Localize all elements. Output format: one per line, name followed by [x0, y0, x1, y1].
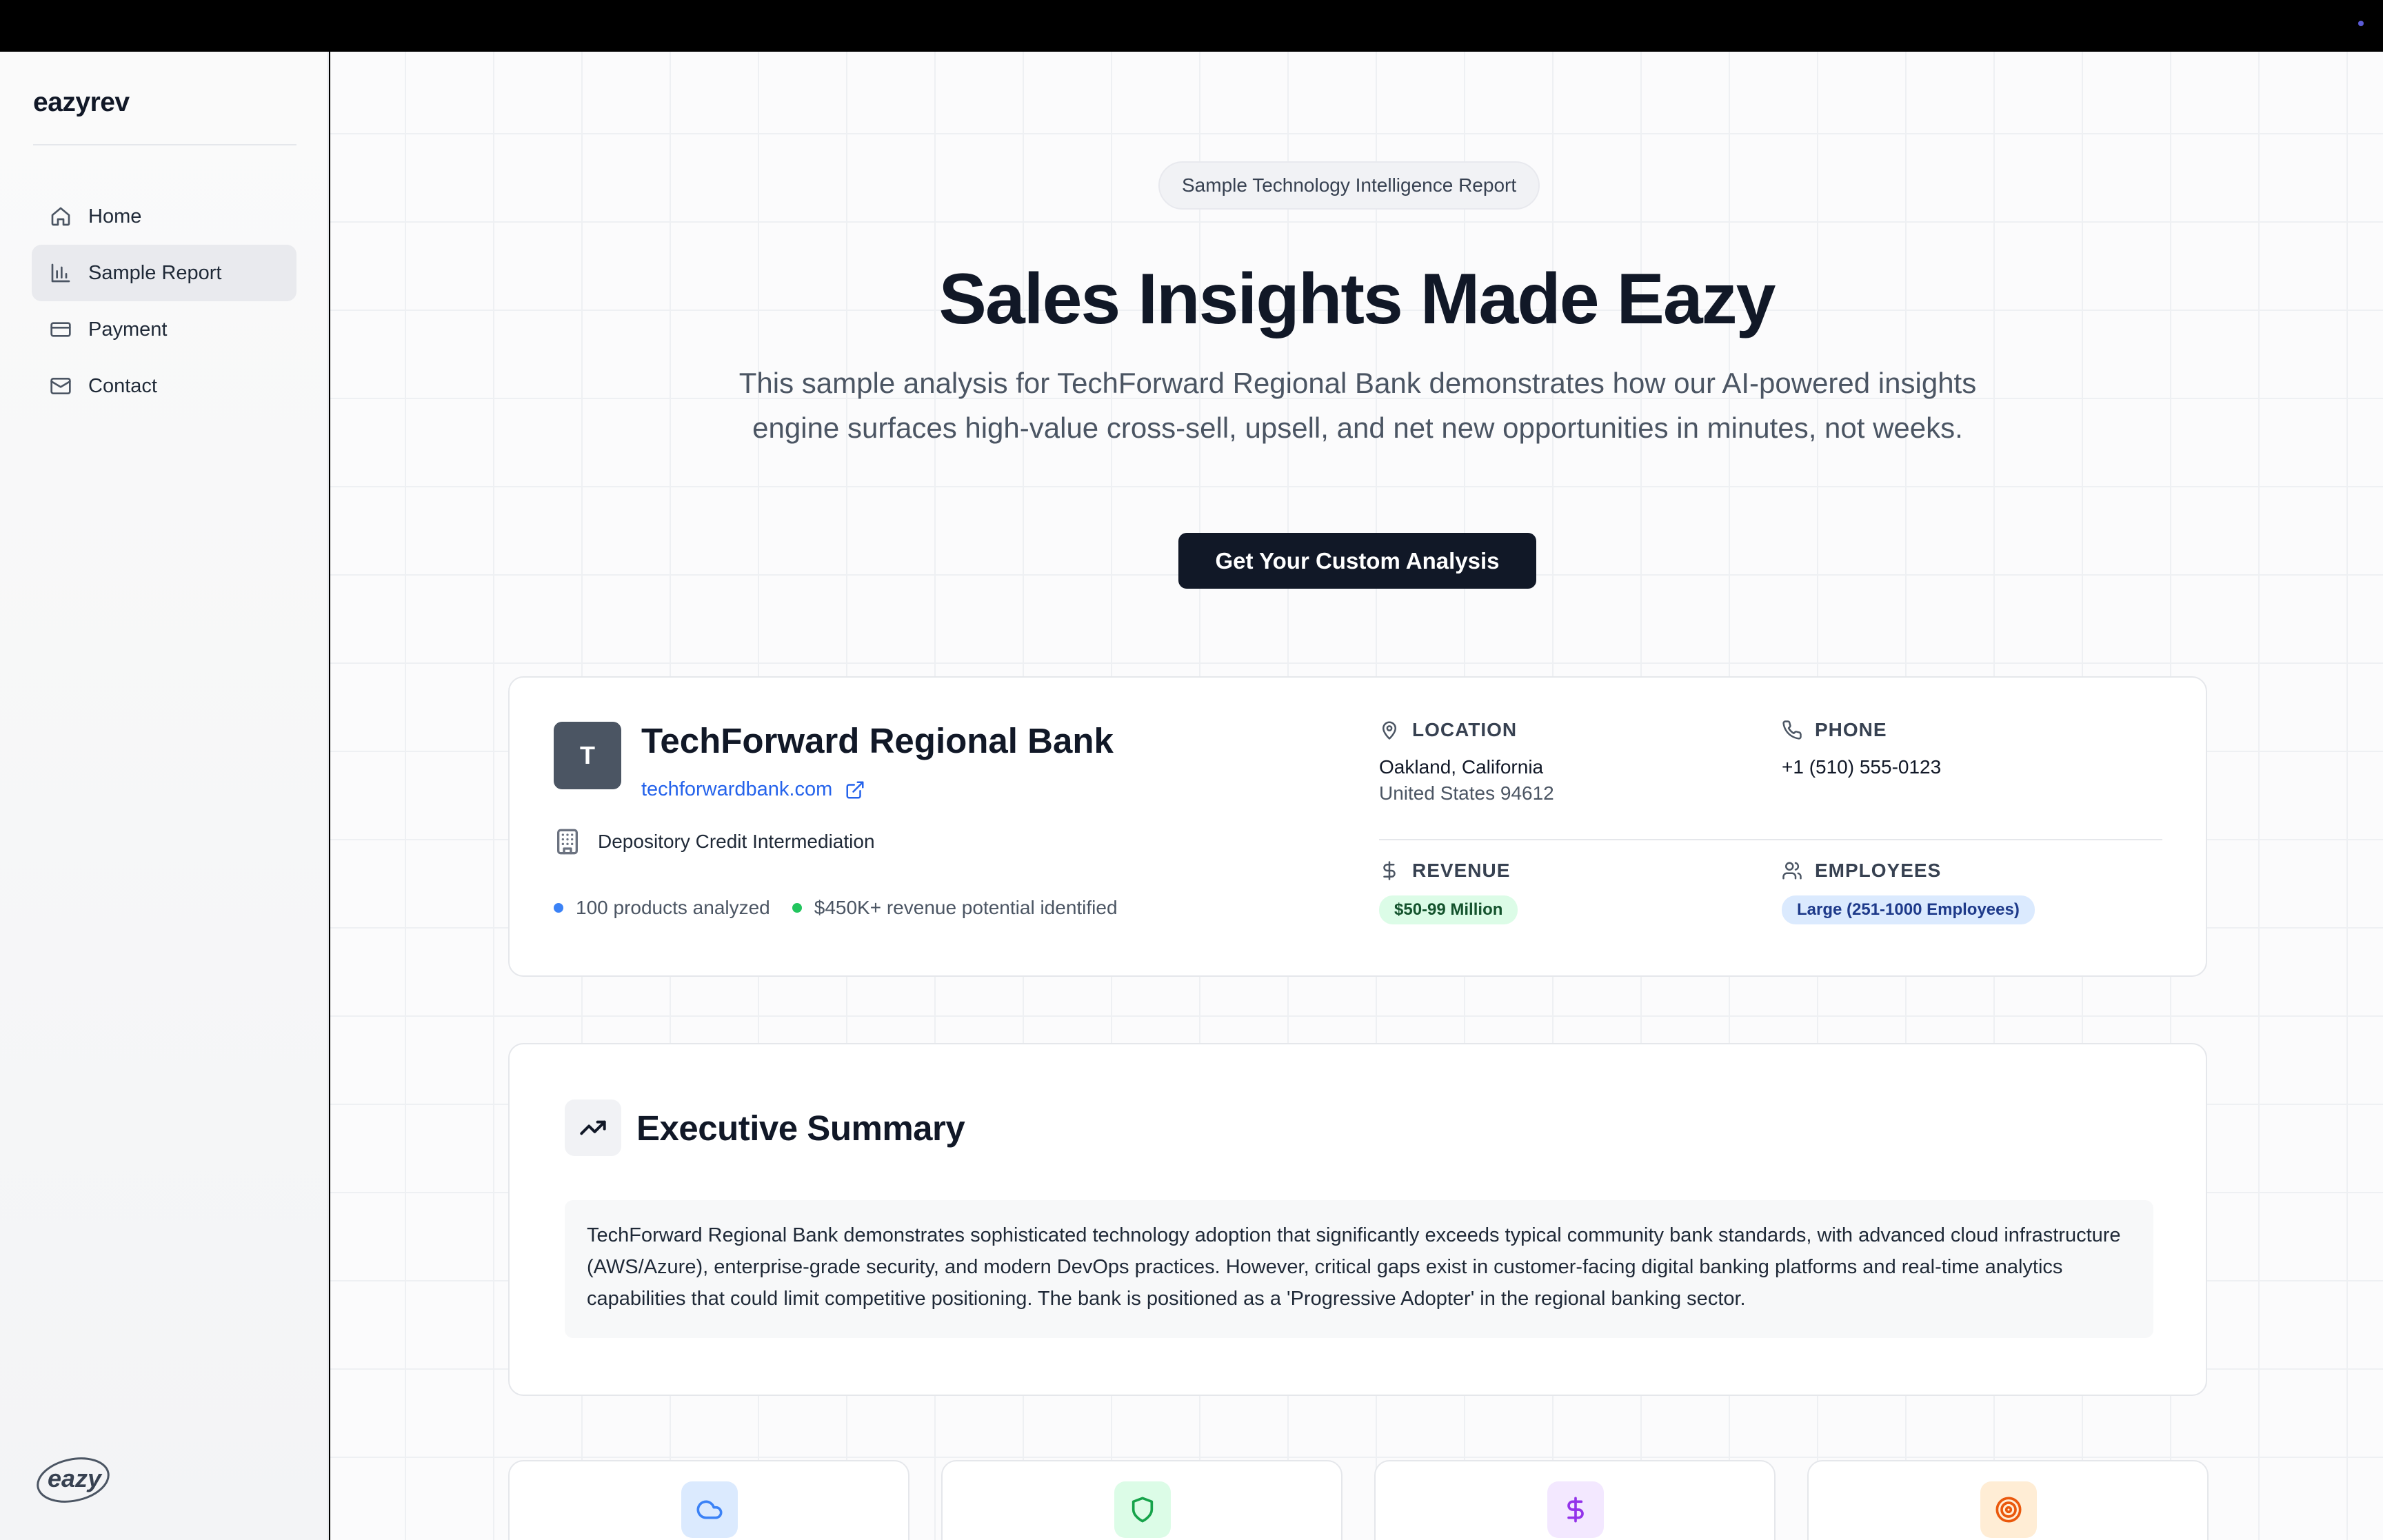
- page-title: Sales Insights Made Eazy: [938, 259, 1776, 339]
- company-website-text[interactable]: techforwardbank.com: [641, 778, 832, 801]
- get-custom-analysis-button[interactable]: Get Your Custom Analysis: [1178, 533, 1536, 589]
- section-title: Executive Summary: [636, 1108, 965, 1148]
- home-icon: [51, 207, 70, 226]
- feature-card-target[interactable]: [1807, 1460, 2209, 1540]
- revenue-label-text: REVENUE: [1412, 860, 1511, 881]
- green-dot-icon: [792, 903, 802, 913]
- company-card: T TechForward Regional Bank techforwardb…: [508, 676, 2207, 977]
- map-pin-icon: [1382, 721, 1396, 740]
- employees-label-text: EMPLOYEES: [1815, 860, 1942, 881]
- sidebar: eazyrev Home Sample Report Payment Conta…: [0, 52, 329, 1540]
- meta-divider: [1379, 839, 2162, 840]
- location-block: LOCATION Oakland, California United Stat…: [1379, 719, 1554, 804]
- revenue-label: REVENUE: [1379, 860, 1518, 882]
- target-icon: [1980, 1481, 2037, 1538]
- stat-products: 100 products analyzed: [554, 897, 770, 919]
- employees-block: EMPLOYEES Large (251-1000 Employees): [1782, 860, 2035, 924]
- phone-icon: [1782, 720, 1802, 740]
- sidebar-item-label: Sample Report: [88, 261, 222, 284]
- company-website-link[interactable]: techforwardbank.com: [641, 778, 865, 801]
- hero-description: This sample analysis for TechForward Reg…: [738, 367, 1977, 444]
- main-content: Sample Technology Intelligence Report Sa…: [330, 52, 2383, 1540]
- location-label-text: LOCATION: [1412, 719, 1518, 740]
- brand-name[interactable]: eazyrev: [33, 88, 130, 118]
- stat-revenue-potential: $450K+ revenue potential identified: [792, 897, 1118, 919]
- report-type-pill: Sample Technology Intelligence Report: [1158, 161, 1540, 210]
- window-top-bar: [0, 0, 2383, 52]
- phone-label: PHONE: [1782, 719, 1941, 741]
- blue-dot-icon: [554, 903, 563, 913]
- sidebar-item-label: Contact: [88, 374, 157, 397]
- dollar-icon: [1547, 1481, 1604, 1538]
- svg-text:eazy: eazy: [48, 1464, 103, 1492]
- sidebar-item-payment[interactable]: Payment: [32, 301, 296, 358]
- industry-label: Depository Credit Intermediation: [598, 831, 875, 852]
- sidebar-item-label: Payment: [88, 318, 168, 341]
- sidebar-divider: [33, 144, 296, 145]
- sidebar-item-sample-report[interactable]: Sample Report: [32, 245, 296, 301]
- shield-icon: [1114, 1481, 1171, 1538]
- phone-block: PHONE +1 (510) 555-0123: [1782, 719, 1941, 778]
- sidebar-item-contact[interactable]: Contact: [32, 358, 296, 414]
- feature-card-security[interactable]: [941, 1460, 1343, 1540]
- status-dot: [2358, 21, 2364, 26]
- dollar-icon: [1383, 861, 1396, 880]
- feature-card-revenue[interactable]: [1374, 1460, 1776, 1540]
- employees-label: EMPLOYEES: [1782, 860, 2035, 882]
- location-line1: Oakland, California: [1379, 756, 1544, 778]
- building-icon: [557, 829, 578, 855]
- phone-value[interactable]: +1 (510) 555-0123: [1782, 756, 1941, 778]
- mail-icon: [50, 378, 71, 394]
- cloud-icon: [681, 1481, 738, 1538]
- sidebar-item-label: Home: [88, 205, 142, 227]
- phone-label-text: PHONE: [1815, 719, 1887, 740]
- stat-text: 100 products analyzed: [576, 897, 770, 918]
- industry-row: Depository Credit Intermediation: [554, 828, 875, 855]
- external-link-icon[interactable]: [845, 780, 865, 800]
- executive-summary-card: Executive Summary TechForward Regional B…: [508, 1043, 2207, 1396]
- company-stats: 100 products analyzed $450K+ revenue pot…: [554, 897, 1140, 919]
- revenue-badge: $50-99 Million: [1379, 895, 1518, 924]
- eazy-logo[interactable]: eazy: [33, 1451, 114, 1506]
- users-icon: [1782, 862, 1802, 880]
- sidebar-item-home[interactable]: Home: [32, 188, 296, 245]
- sidebar-nav: Home Sample Report Payment Contact: [32, 188, 296, 414]
- feature-card-cloud[interactable]: [508, 1460, 909, 1540]
- bar-chart-icon: [51, 263, 70, 283]
- executive-summary-text: TechForward Regional Bank demonstrates s…: [565, 1200, 2153, 1338]
- trending-up-icon: [565, 1100, 621, 1156]
- location-label: LOCATION: [1379, 719, 1554, 741]
- company-avatar: T: [554, 722, 621, 789]
- location-line2: United States 94612: [1379, 782, 1554, 804]
- credit-card-icon: [50, 322, 71, 337]
- stat-text: $450K+ revenue potential identified: [814, 897, 1118, 918]
- employees-badge: Large (251-1000 Employees): [1782, 895, 2035, 924]
- revenue-block: REVENUE $50-99 Million: [1379, 860, 1518, 924]
- company-name: TechForward Regional Bank: [641, 721, 1114, 760]
